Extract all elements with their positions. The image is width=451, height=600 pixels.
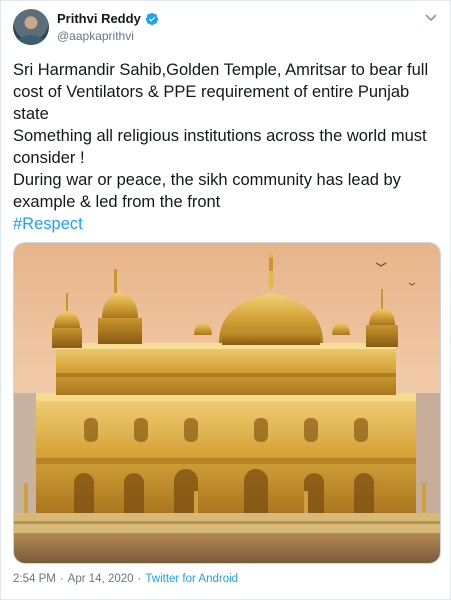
tweet-text-line: Sri Harmandir Sahib,Golden Temple, Amrit… bbox=[13, 61, 429, 123]
verified-badge-icon bbox=[145, 12, 159, 26]
chevron-down-icon[interactable] bbox=[424, 11, 438, 25]
avatar-figure bbox=[17, 35, 45, 45]
meta-separator: · bbox=[137, 573, 142, 585]
name-line: Prithvi Reddy bbox=[57, 11, 159, 26]
tweet-date[interactable]: Apr 14, 2020 bbox=[68, 573, 134, 585]
golden-temple-photo bbox=[14, 243, 440, 563]
tweet-text-line: Something all religious institutions acr… bbox=[13, 127, 427, 167]
tweet-photo[interactable] bbox=[13, 242, 441, 564]
hashtag-link[interactable]: #Respect bbox=[13, 213, 438, 235]
tweet-card: Prithvi Reddy @aapkaprithvi Sri Harmandi… bbox=[0, 0, 451, 600]
tweet-meta: 2:54 PM · Apr 14, 2020 · Twitter for And… bbox=[13, 573, 238, 585]
user-handle[interactable]: @aapkaprithvi bbox=[57, 29, 134, 43]
tweet-source-link[interactable]: Twitter for Android bbox=[145, 573, 238, 585]
tweet-time[interactable]: 2:54 PM bbox=[13, 573, 56, 585]
avatar[interactable] bbox=[13, 9, 49, 45]
tweet-header: Prithvi Reddy @aapkaprithvi bbox=[13, 9, 438, 49]
meta-separator: · bbox=[59, 573, 64, 585]
tweet-text: Sri Harmandir Sahib,Golden Temple, Amrit… bbox=[13, 59, 438, 235]
tweet-text-line: During war or peace, the sikh community … bbox=[13, 171, 401, 211]
display-name[interactable]: Prithvi Reddy bbox=[57, 11, 141, 26]
